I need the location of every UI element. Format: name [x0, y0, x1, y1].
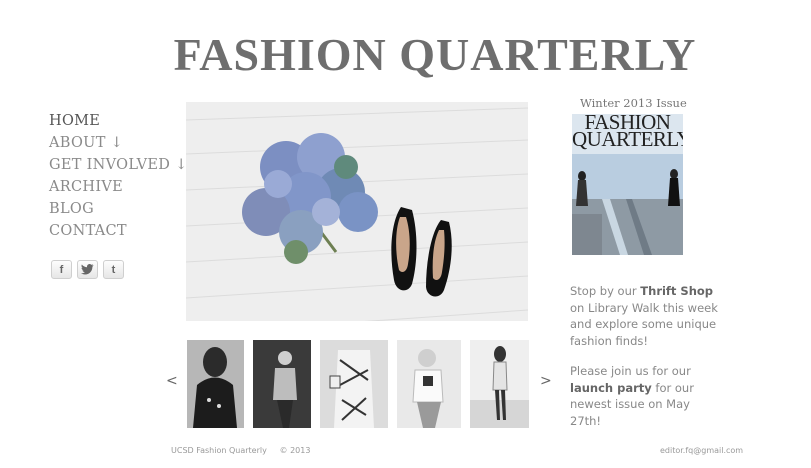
nav-item-blog[interactable]: BLOG	[49, 198, 188, 220]
facebook-icon[interactable]: f	[51, 260, 72, 279]
footer-copyright: © 2013	[279, 446, 311, 455]
thrift-shop-blurb: Stop by our Thrift Shop on Library Walk …	[570, 283, 720, 349]
thumbnail-4[interactable]	[397, 340, 461, 428]
thumbnail-5[interactable]	[470, 340, 529, 428]
thrift-shop-link[interactable]: Thrift Shop	[640, 284, 713, 298]
tumblr-icon[interactable]: t	[103, 260, 124, 279]
thumbnail-1[interactable]	[187, 340, 244, 428]
nav-item-get-involved[interactable]: GET INVOLVED ↓	[49, 154, 188, 176]
thumbnail-5-image	[470, 340, 529, 428]
footer-site-name: UCSD Fashion Quarterly	[171, 446, 267, 455]
thumbnail-3-image	[320, 340, 388, 428]
issue-cover[interactable]: FASHION QUARTERLY	[572, 114, 683, 255]
thumbnail-2[interactable]	[253, 340, 311, 428]
main-nav: HOME ABOUT ↓ GET INVOLVED ↓ ARCHIVE BLOG…	[49, 110, 188, 242]
thumbnail-1-image	[187, 340, 244, 428]
hero-photo-hydrangeas-and-heels	[186, 102, 528, 321]
carousel-next-button[interactable]: >	[540, 373, 552, 389]
nav-item-archive[interactable]: ARCHIVE	[49, 176, 188, 198]
issue-label: Winter 2013 Issue	[580, 96, 687, 110]
thrift-blurb-pre: Stop by our	[570, 284, 641, 298]
footer-email[interactable]: editor.fq@gmail.com	[660, 446, 743, 455]
launch-blurb-pre: Please join us for our	[570, 364, 691, 378]
twitter-icon[interactable]	[77, 260, 98, 279]
cover-title: FASHION QUARTERLY	[572, 114, 683, 151]
nav-item-about[interactable]: ABOUT ↓	[49, 132, 188, 154]
footer-credit: UCSD Fashion Quarterly © 2013	[171, 446, 310, 455]
carousel-prev-button[interactable]: <	[166, 373, 178, 389]
nav-item-contact[interactable]: CONTACT	[49, 220, 188, 242]
twitter-bird-icon	[81, 264, 94, 275]
social-links: f t	[51, 260, 124, 279]
thrift-blurb-post: on Library Walk this week and explore so…	[570, 300, 718, 348]
hero-image	[186, 102, 528, 321]
thumbnail-3[interactable]	[320, 340, 388, 428]
site-title[interactable]: FASHION QUARTERLY	[150, 28, 720, 81]
nav-item-home[interactable]: HOME	[49, 110, 188, 132]
thumbnail-2-image	[253, 340, 311, 428]
cover-title-line2: QUARTERLY	[572, 127, 683, 151]
launch-party-link[interactable]: launch party	[570, 381, 652, 395]
launch-party-blurb: Please join us for our launch party for …	[570, 363, 720, 429]
thumbnail-4-image	[397, 340, 461, 428]
